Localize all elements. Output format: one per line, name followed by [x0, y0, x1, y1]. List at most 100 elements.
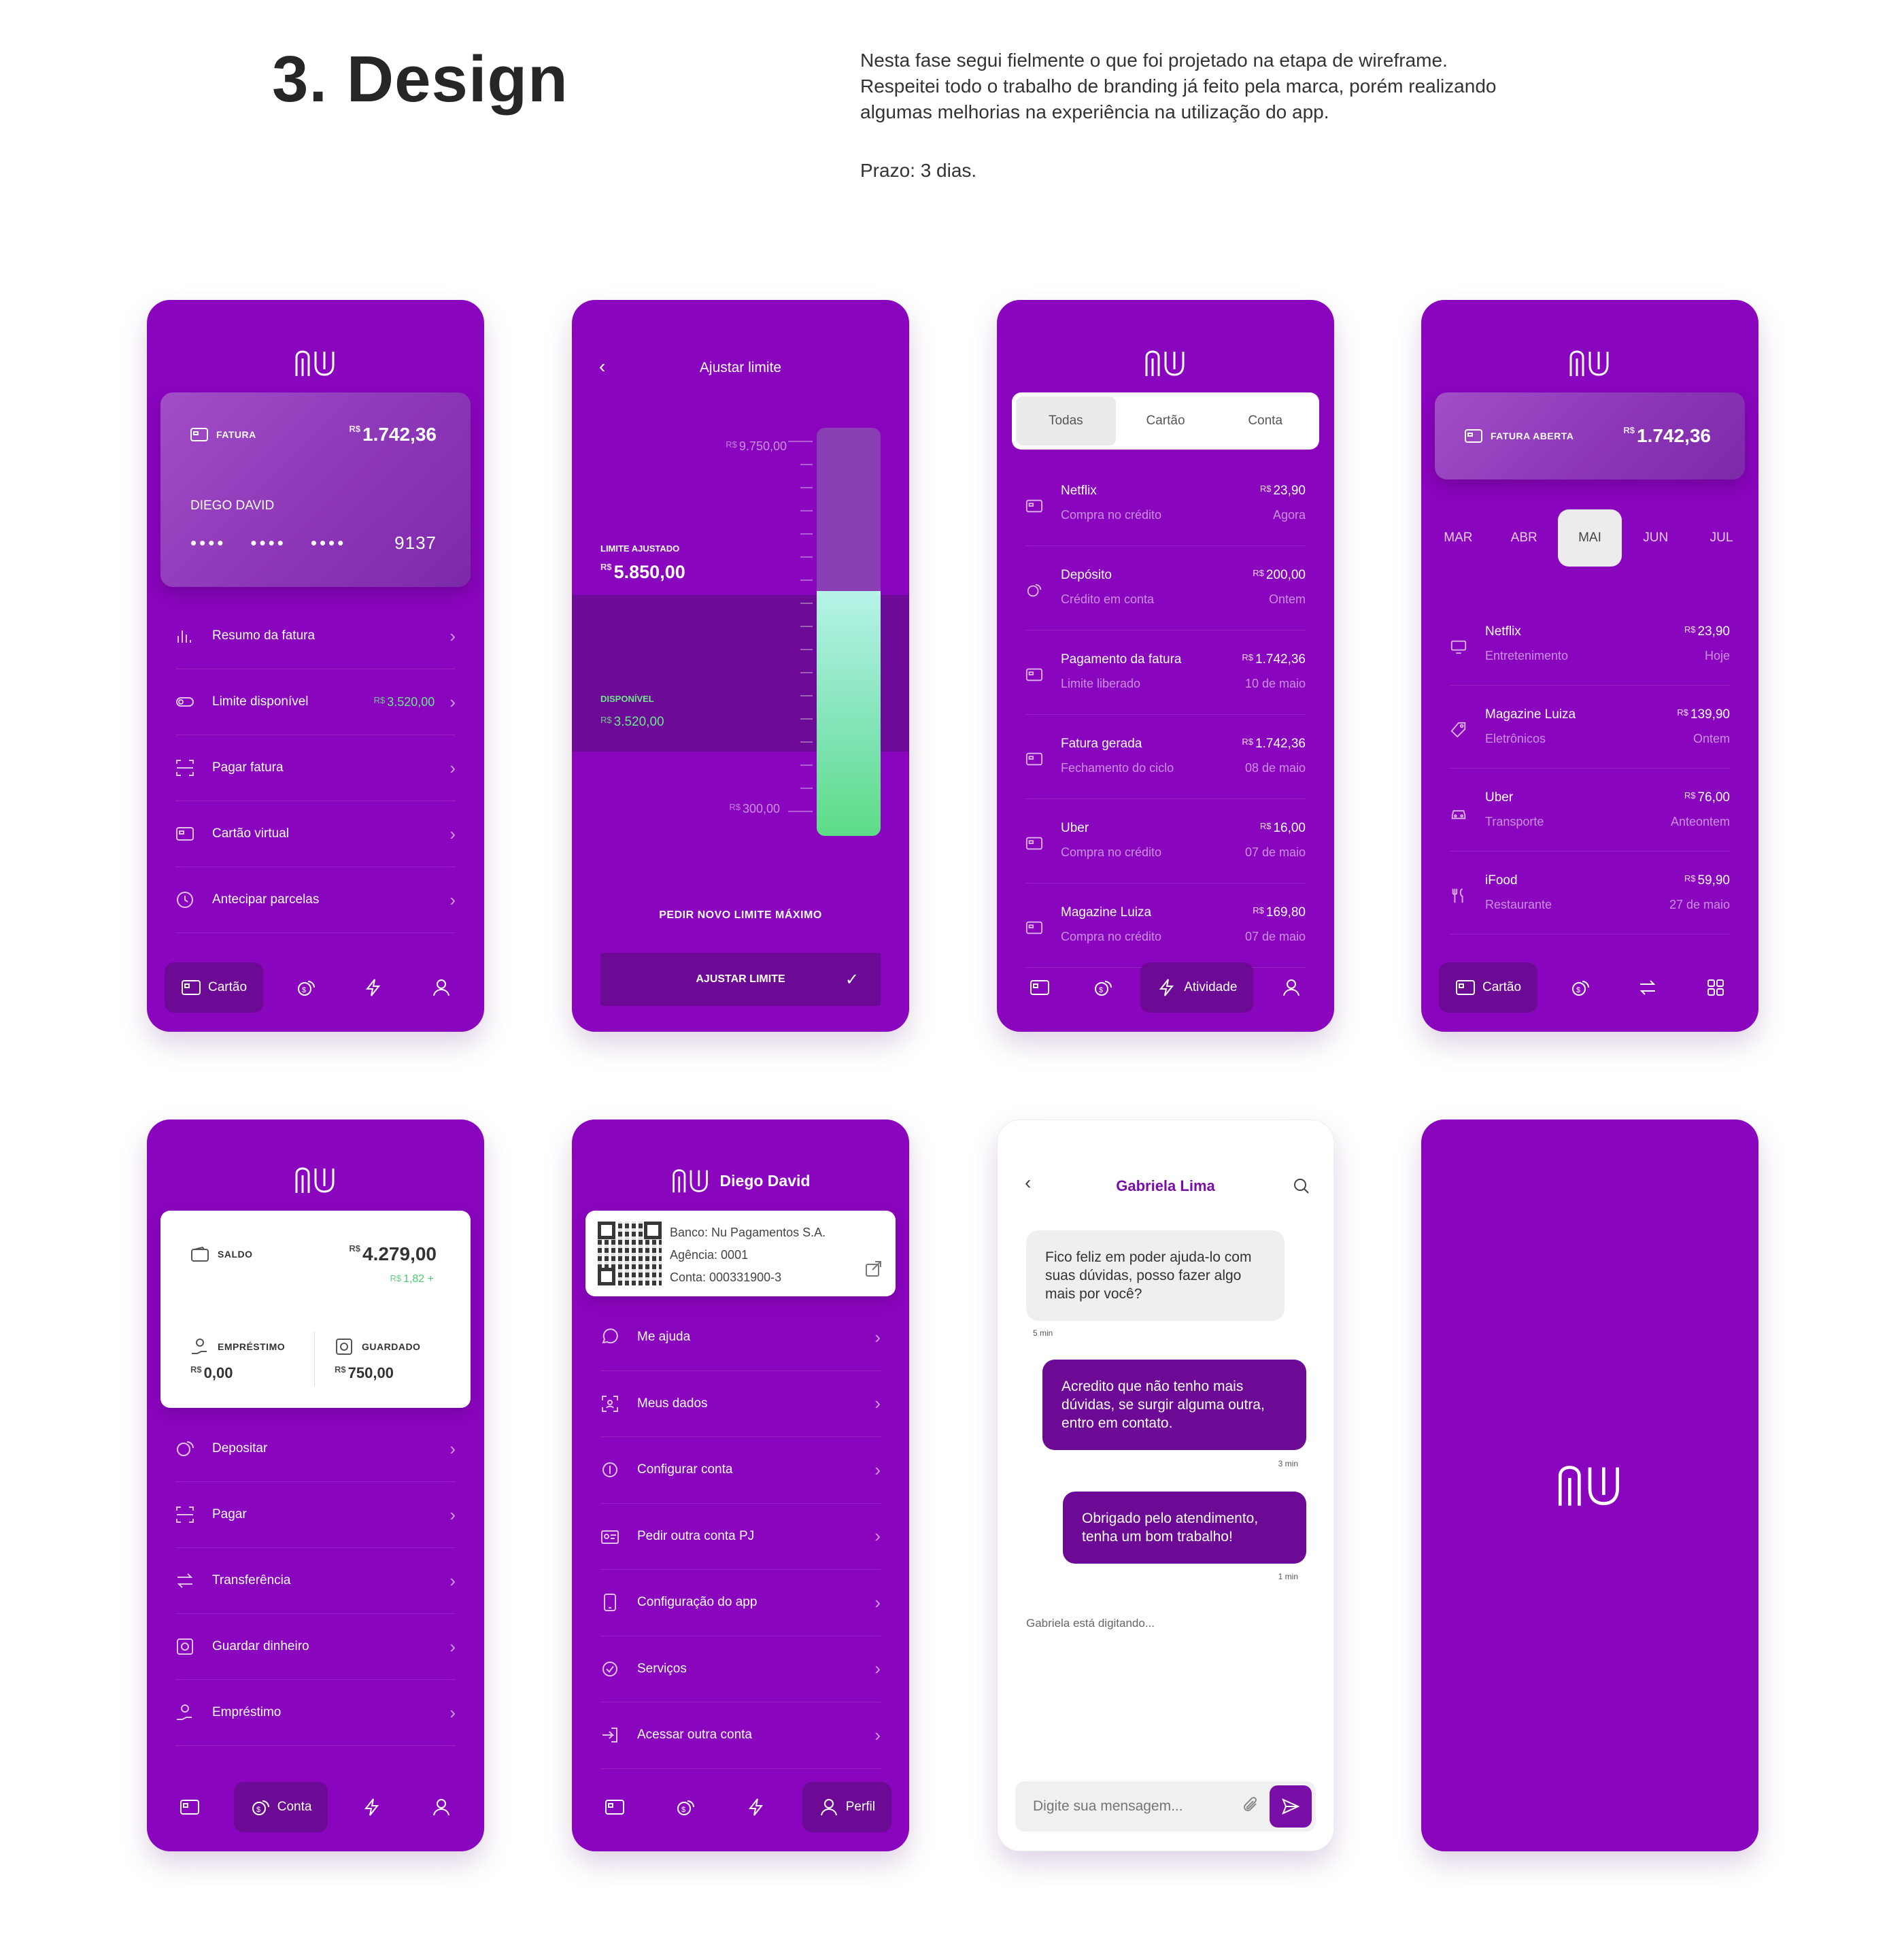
credit-card[interactable]: FATURA R$ 1.742,36 DIEGO DAVID •••• •••• …	[160, 392, 471, 587]
qr-code	[598, 1222, 662, 1285]
nav-atividade[interactable]: Atividade	[1140, 962, 1254, 1013]
nav-grid[interactable]	[1690, 962, 1741, 1013]
tab-todas[interactable]: Todas	[1016, 397, 1116, 445]
nav-conta[interactable]: $	[1555, 962, 1605, 1013]
nav-atividade[interactable]	[348, 962, 398, 1013]
search-icon[interactable]	[1293, 1177, 1310, 1198]
limit-slider[interactable]	[817, 428, 881, 836]
message-outgoing: Acredito que não tenho mais dúvidas, se …	[1042, 1360, 1306, 1450]
tab-cartao[interactable]: Cartão	[1116, 397, 1216, 445]
slider-ticks	[788, 441, 813, 812]
transaction-date: Ontem	[1693, 732, 1730, 745]
month-mar[interactable]: MAR	[1426, 509, 1490, 567]
deadline-text: Prazo: 3 dias.	[860, 160, 977, 181]
nav-transfer[interactable]	[1622, 962, 1673, 1013]
menu-item[interactable]: Me ajuda ›	[600, 1305, 881, 1371]
menu-item[interactable]: Configurar conta ›	[600, 1437, 881, 1504]
nu-logo	[294, 1166, 337, 1194]
invoice-amount: R$ 1.742,36	[1623, 425, 1711, 446]
nav-conta[interactable]: $	[281, 962, 331, 1013]
nav-cartao[interactable]	[165, 1782, 215, 1832]
balance-card[interactable]: SALDO R$ 4.279,00 R$ 1,82 + EMPRÉSTIMO R$ 0…	[160, 1211, 471, 1408]
month-jul[interactable]: JUL	[1690, 509, 1754, 567]
loan-icon	[175, 1703, 194, 1722]
menu-item[interactable]: Empréstimo ›	[175, 1680, 456, 1746]
menu-item-cartao-virtual[interactable]: Cartão virtual ›	[175, 801, 456, 867]
filter-tabs: Todas Cartão Conta	[1012, 392, 1319, 450]
transaction-row[interactable]: iFood Restaurante R$ 59,90 27 de maio	[1450, 852, 1730, 935]
nav-conta[interactable]: $	[660, 1782, 711, 1832]
tab-conta[interactable]: Conta	[1215, 397, 1315, 445]
transfer-icon	[1639, 980, 1656, 995]
nav-perfil[interactable]	[416, 962, 466, 1013]
transaction-row[interactable]: Pagamento da fatura Limite liberado R$ 1.74…	[1025, 630, 1306, 715]
nav-cartao[interactable]: Cartão	[1439, 962, 1538, 1013]
share-icon[interactable]	[864, 1259, 883, 1281]
transaction-row[interactable]: Uber Compra no crédito R$ 16,00 07 de maio	[1025, 799, 1306, 884]
message-time: 1 min	[1278, 1572, 1298, 1581]
screen-chat: ‹ Gabriela Lima Fico feliz em poder ajud…	[997, 1120, 1334, 1851]
menu-item[interactable]: Serviços ›	[600, 1636, 881, 1702]
nav-cartao[interactable]: Cartão	[165, 962, 264, 1013]
send-button[interactable]	[1270, 1785, 1312, 1828]
nav-cartao[interactable]	[1015, 962, 1065, 1013]
nav-conta[interactable]: $ Conta	[233, 1782, 328, 1832]
message-input[interactable]	[1015, 1781, 1242, 1832]
menu-item[interactable]: Meus dados ›	[600, 1371, 881, 1437]
card-icon	[182, 980, 201, 995]
menu-item-pagar-fatura[interactable]: Pagar fatura ›	[175, 735, 456, 801]
open-invoice-card[interactable]: FATURA ABERTA R$ 1.742,36	[1435, 392, 1745, 479]
transaction-row[interactable]: Fatura gerada Fechamento do ciclo R$ 1.742,…	[1025, 715, 1306, 799]
profile-header: Diego David	[572, 1167, 909, 1194]
menu-item[interactable]: Acessar outra conta ›	[600, 1702, 881, 1769]
nav-atividade[interactable]	[347, 1782, 397, 1832]
chevron-right-icon: ›	[449, 889, 456, 910]
nu-logo	[672, 1169, 708, 1193]
transaction-row[interactable]: Magazine Luiza Compra no crédito R$ 169,80 0…	[1025, 884, 1306, 968]
intro-text: Nesta fase segui fielmente o que foi pro…	[860, 48, 1676, 184]
month-mai[interactable]: MAI	[1557, 509, 1622, 567]
transaction-row[interactable]: Depósito Crédito em conta R$ 200,00 Ontem	[1025, 546, 1306, 630]
nav-perfil[interactable]	[1266, 962, 1316, 1013]
transaction-amount: R$ 76,00	[1684, 790, 1730, 805]
transaction-row[interactable]: Magazine Luiza Eletrônicos R$ 139,90 Ontem	[1450, 686, 1730, 769]
menu-item[interactable]: Configuração do app ›	[600, 1570, 881, 1636]
month-abr[interactable]: ABR	[1492, 509, 1556, 567]
login-icon	[600, 1726, 619, 1745]
nav-cartao[interactable]	[590, 1782, 640, 1832]
menu-item-limite[interactable]: Limite disponível R$ 3.520,00 ›	[175, 669, 456, 735]
transaction-date: Hoje	[1704, 649, 1730, 662]
attach-icon[interactable]	[1242, 1796, 1260, 1817]
menu-item[interactable]: Pagar ›	[175, 1482, 456, 1548]
transaction-name: Netflix	[1485, 624, 1521, 639]
nav-perfil[interactable]	[416, 1782, 466, 1832]
menu-item[interactable]: Transferência ›	[175, 1548, 456, 1614]
transaction-category: Crédito em conta	[1061, 592, 1155, 606]
chevron-right-icon: ›	[874, 1326, 881, 1347]
agency-number: Agência: 0001	[670, 1248, 749, 1262]
transaction-row[interactable]: Netflix Compra no crédito R$ 23,90 Agora	[1025, 462, 1306, 546]
menu-item[interactable]: Pedir outra conta PJ ›	[600, 1504, 881, 1570]
wallet-icon	[191, 1246, 209, 1262]
month-jun[interactable]: JUN	[1624, 509, 1688, 567]
services-icon	[600, 1660, 619, 1679]
phone-settings-icon	[600, 1593, 619, 1612]
clock-icon	[175, 890, 194, 909]
menu-item[interactable]: Guardar dinheiro ›	[175, 1614, 456, 1680]
message-outgoing: Obrigado pelo atendimento, tenha um bom …	[1063, 1492, 1306, 1564]
adjust-limit-button[interactable]: AJUSTAR LIMITE ✓	[600, 953, 881, 1006]
menu-item-label: Depositar	[212, 1441, 268, 1455]
chevron-right-icon: ›	[449, 1504, 456, 1525]
transaction-date: 07 de maio	[1244, 845, 1306, 859]
transaction-row[interactable]: Netflix Entretenimento R$ 23,90 Hoje	[1450, 603, 1730, 686]
menu-item-resumo[interactable]: Resumo da fatura ›	[175, 603, 456, 669]
nav-atividade[interactable]	[731, 1782, 781, 1832]
menu-item[interactable]: Depositar ›	[175, 1416, 456, 1482]
transaction-row[interactable]: Uber Transporte R$ 76,00 Anteontem	[1450, 769, 1730, 852]
menu-item-label: Pedir outra conta PJ	[637, 1528, 755, 1543]
nav-perfil[interactable]: Perfil	[802, 1782, 891, 1832]
request-limit-link[interactable]: PEDIR NOVO LIMITE MÁXIMO	[572, 909, 909, 922]
nav-conta[interactable]: $	[1078, 962, 1128, 1013]
chevron-right-icon: ›	[449, 1636, 456, 1657]
menu-item-antecipar[interactable]: Antecipar parcelas ›	[175, 867, 456, 933]
